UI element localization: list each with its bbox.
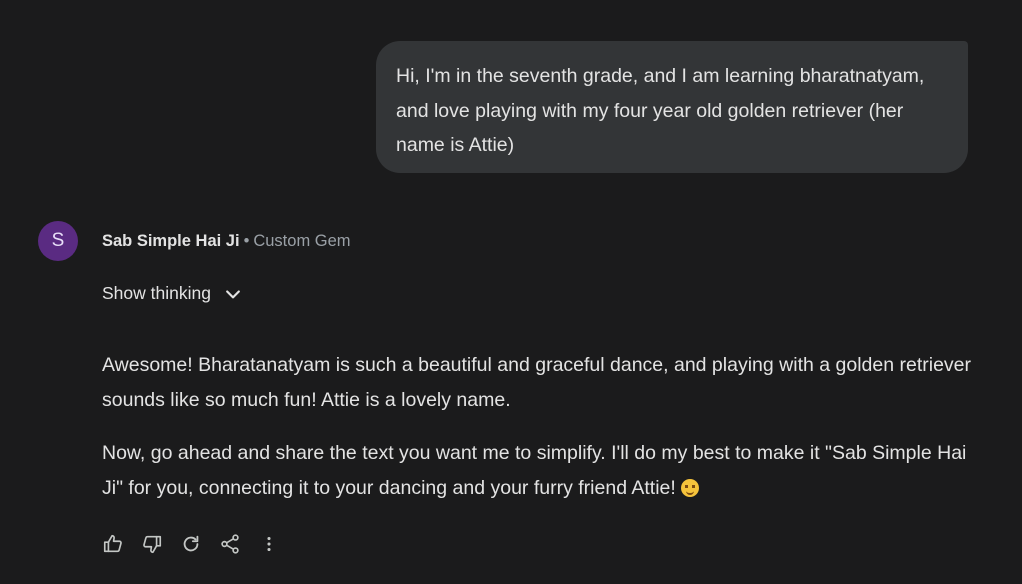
user-message-bubble: Hi, I'm in the seventh grade, and I am l…: [376, 41, 968, 173]
response-actions: [101, 532, 296, 556]
gem-avatar: S: [38, 221, 78, 261]
thumbs-up-button[interactable]: [101, 532, 125, 556]
thumbs-up-icon: [103, 534, 122, 553]
share-button[interactable]: [218, 532, 242, 556]
thumbs-down-icon: [143, 535, 162, 554]
redo-icon: [183, 535, 199, 552]
avatar-letter: S: [51, 230, 65, 251]
more-options-button[interactable]: [257, 532, 281, 556]
more-vert-icon: [267, 536, 271, 552]
show-thinking-button[interactable]: Show thinking: [102, 283, 243, 304]
assistant-response: Awesome! Bharatanatyam is such a beautif…: [102, 348, 972, 505]
gem-separator: •: [243, 232, 250, 250]
thumbs-down-button[interactable]: [140, 532, 164, 556]
share-icon: [221, 534, 239, 554]
gem-type: Custom Gem: [253, 232, 351, 250]
gem-name: Sab Simple Hai Ji: [102, 232, 240, 250]
user-message-text: Hi, I'm in the seventh grade, and I am l…: [396, 65, 925, 156]
show-thinking-label: Show thinking: [102, 283, 211, 303]
response-paragraph: Awesome! Bharatanatyam is such a beautif…: [102, 354, 971, 411]
redo-button[interactable]: [179, 532, 203, 556]
smiling-face-emoji: 😊: [681, 478, 700, 497]
chevron-down-icon: [226, 289, 240, 298]
response-paragraph-with-emoji: Now, go ahead and share the text you wan…: [102, 436, 972, 505]
gem-header: Sab Simple Hai Ji • Custom Gem: [102, 230, 351, 252]
response-paragraph-text: Now, go ahead and share the text you wan…: [102, 442, 967, 499]
